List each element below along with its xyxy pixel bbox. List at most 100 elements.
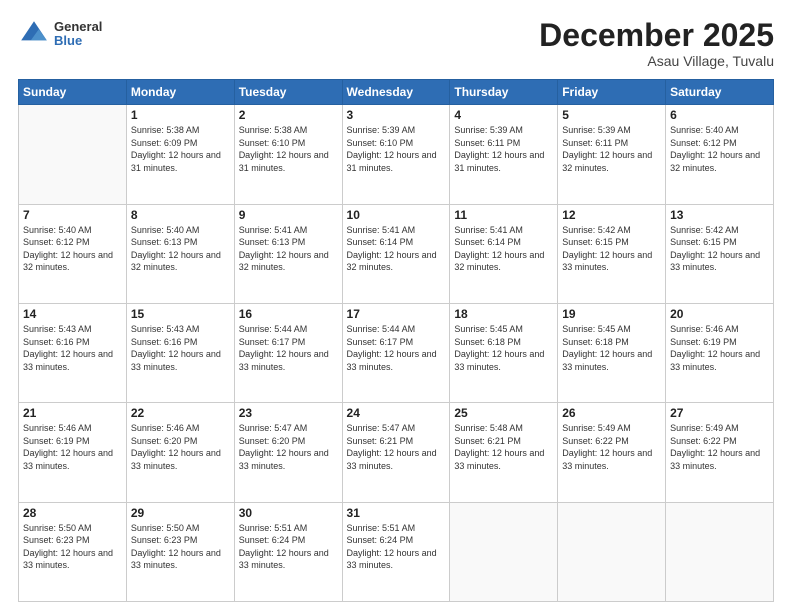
day-number: 15 — [131, 307, 230, 321]
calendar-cell: 25Sunrise: 5:48 AMSunset: 6:21 PMDayligh… — [450, 403, 558, 502]
calendar-header-row: SundayMondayTuesdayWednesdayThursdayFrid… — [19, 80, 774, 105]
calendar-cell: 12 Sunrise: 5:42 AMSunset: 6:15 PMDayligh… — [558, 204, 666, 303]
calendar-cell: 1Sunrise: 5:38 AMSunset: 6:09 PMDaylight… — [126, 105, 234, 204]
day-number: 21 — [23, 406, 122, 420]
logo-text: General Blue — [54, 20, 102, 49]
cell-details: Sunrise: 5:43 AMSunset: 6:16 PMDaylight:… — [23, 323, 122, 373]
cell-details: Sunrise: 5:38 AMSunset: 6:10 PMDaylight:… — [239, 124, 338, 174]
cell-details: Sunrise: 5:45 AMSunset: 6:18 PMDaylight:… — [454, 323, 553, 373]
day-number: 23 — [239, 406, 338, 420]
calendar-week-row: 1Sunrise: 5:38 AMSunset: 6:09 PMDaylight… — [19, 105, 774, 204]
day-number: 4 — [454, 108, 553, 122]
calendar-cell: 16 Sunrise: 5:44 AMSunset: 6:17 PMDayligh… — [234, 303, 342, 402]
cell-details: Sunrise: 5:45 AMSunset: 6:18 PMDaylight:… — [562, 323, 661, 373]
weekday-header: Friday — [558, 80, 666, 105]
day-number: 3 — [347, 108, 446, 122]
cell-details: Sunrise: 5:39 AMSunset: 6:11 PMDaylight:… — [562, 124, 661, 174]
cell-details: Sunrise: 5:48 AMSunset: 6:21 PMDaylight:… — [454, 422, 553, 472]
day-number: 27 — [670, 406, 769, 420]
calendar-cell: 18 Sunrise: 5:45 AMSunset: 6:18 PMDayligh… — [450, 303, 558, 402]
cell-details: Sunrise: 5:47 AMSunset: 6:20 PMDaylight:… — [239, 422, 338, 472]
cell-details: Sunrise: 5:51 AMSunset: 6:24 PMDaylight:… — [347, 522, 446, 572]
weekday-header: Tuesday — [234, 80, 342, 105]
day-number: 10 — [347, 208, 446, 222]
cell-details: Sunrise: 5:47 AMSunset: 6:21 PMDaylight:… — [347, 422, 446, 472]
day-number: 28 — [23, 506, 122, 520]
month-title: December 2025 — [539, 18, 774, 53]
weekday-header: Wednesday — [342, 80, 450, 105]
calendar-cell: 26Sunrise: 5:49 AMSunset: 6:22 PMDayligh… — [558, 403, 666, 502]
cell-details: Sunrise: 5:46 AMSunset: 6:19 PMDaylight:… — [670, 323, 769, 373]
calendar-week-row: 14 Sunrise: 5:43 AMSunset: 6:16 PMDayligh… — [19, 303, 774, 402]
day-number: 6 — [670, 108, 769, 122]
calendar-cell — [666, 502, 774, 601]
day-number: 5 — [562, 108, 661, 122]
cell-details: Sunrise: 5:39 AMSunset: 6:11 PMDaylight:… — [454, 124, 553, 174]
cell-details: Sunrise: 5:46 AMSunset: 6:20 PMDaylight:… — [131, 422, 230, 472]
weekday-header: Sunday — [19, 80, 127, 105]
cell-details: Sunrise: 5:41 AMSunset: 6:14 PMDaylight:… — [347, 224, 446, 274]
calendar-cell: 5 Sunrise: 5:39 AMSunset: 6:11 PMDaylight… — [558, 105, 666, 204]
logo-icon — [18, 18, 50, 50]
cell-details: Sunrise: 5:51 AMSunset: 6:24 PMDaylight:… — [239, 522, 338, 572]
calendar-cell: 28 Sunrise: 5:50 AMSunset: 6:23 PMDayligh… — [19, 502, 127, 601]
cell-details: Sunrise: 5:43 AMSunset: 6:16 PMDaylight:… — [131, 323, 230, 373]
logo-general: General — [54, 20, 102, 34]
cell-details: Sunrise: 5:40 AMSunset: 6:13 PMDaylight:… — [131, 224, 230, 274]
cell-details: Sunrise: 5:42 AMSunset: 6:15 PMDaylight:… — [670, 224, 769, 274]
calendar-cell: 4 Sunrise: 5:39 AMSunset: 6:11 PMDaylight… — [450, 105, 558, 204]
calendar-cell: 31 Sunrise: 5:51 AMSunset: 6:24 PMDayligh… — [342, 502, 450, 601]
cell-details: Sunrise: 5:40 AMSunset: 6:12 PMDaylight:… — [670, 124, 769, 174]
calendar-cell: 6 Sunrise: 5:40 AMSunset: 6:12 PMDaylight… — [666, 105, 774, 204]
day-number: 19 — [562, 307, 661, 321]
cell-details: Sunrise: 5:40 AMSunset: 6:12 PMDaylight:… — [23, 224, 122, 274]
day-number: 29 — [131, 506, 230, 520]
calendar-table: SundayMondayTuesdayWednesdayThursdayFrid… — [18, 79, 774, 602]
cell-details: Sunrise: 5:39 AMSunset: 6:10 PMDaylight:… — [347, 124, 446, 174]
cell-details: Sunrise: 5:42 AMSunset: 6:15 PMDaylight:… — [562, 224, 661, 274]
day-number: 12 — [562, 208, 661, 222]
day-number: 2 — [239, 108, 338, 122]
calendar-cell: 10 Sunrise: 5:41 AMSunset: 6:14 PMDayligh… — [342, 204, 450, 303]
page: General Blue December 2025 Asau Village,… — [0, 0, 792, 612]
calendar-cell: 7Sunrise: 5:40 AMSunset: 6:12 PMDaylight… — [19, 204, 127, 303]
cell-details: Sunrise: 5:50 AMSunset: 6:23 PMDaylight:… — [23, 522, 122, 572]
calendar-cell: 14 Sunrise: 5:43 AMSunset: 6:16 PMDayligh… — [19, 303, 127, 402]
cell-details: Sunrise: 5:46 AMSunset: 6:19 PMDaylight:… — [23, 422, 122, 472]
cell-details: Sunrise: 5:50 AMSunset: 6:23 PMDaylight:… — [131, 522, 230, 572]
weekday-header: Saturday — [666, 80, 774, 105]
day-number: 24 — [347, 406, 446, 420]
calendar-cell: 15 Sunrise: 5:43 AMSunset: 6:16 PMDayligh… — [126, 303, 234, 402]
day-number: 18 — [454, 307, 553, 321]
day-number: 17 — [347, 307, 446, 321]
calendar-cell: 24 Sunrise: 5:47 AMSunset: 6:21 PMDayligh… — [342, 403, 450, 502]
cell-details: Sunrise: 5:41 AMSunset: 6:14 PMDaylight:… — [454, 224, 553, 274]
weekday-header: Monday — [126, 80, 234, 105]
day-number: 14 — [23, 307, 122, 321]
weekday-header: Thursday — [450, 80, 558, 105]
day-number: 20 — [670, 307, 769, 321]
calendar-cell: 3 Sunrise: 5:39 AMSunset: 6:10 PMDaylight… — [342, 105, 450, 204]
calendar-week-row: 21 Sunrise: 5:46 AMSunset: 6:19 PMDayligh… — [19, 403, 774, 502]
calendar-cell — [19, 105, 127, 204]
day-number: 16 — [239, 307, 338, 321]
day-number: 13 — [670, 208, 769, 222]
calendar-cell: 22Sunrise: 5:46 AMSunset: 6:20 PMDayligh… — [126, 403, 234, 502]
day-number: 26 — [562, 406, 661, 420]
day-number: 30 — [239, 506, 338, 520]
cell-details: Sunrise: 5:49 AMSunset: 6:22 PMDaylight:… — [670, 422, 769, 472]
cell-details: Sunrise: 5:44 AMSunset: 6:17 PMDaylight:… — [239, 323, 338, 373]
calendar-week-row: 28 Sunrise: 5:50 AMSunset: 6:23 PMDayligh… — [19, 502, 774, 601]
day-number: 11 — [454, 208, 553, 222]
cell-details: Sunrise: 5:44 AMSunset: 6:17 PMDaylight:… — [347, 323, 446, 373]
header: General Blue December 2025 Asau Village,… — [18, 18, 774, 69]
calendar-cell: 11 Sunrise: 5:41 AMSunset: 6:14 PMDayligh… — [450, 204, 558, 303]
day-number: 31 — [347, 506, 446, 520]
calendar-cell: 2 Sunrise: 5:38 AMSunset: 6:10 PMDaylight… — [234, 105, 342, 204]
title-block: December 2025 Asau Village, Tuvalu — [539, 18, 774, 69]
logo: General Blue — [18, 18, 102, 50]
day-number: 9 — [239, 208, 338, 222]
location: Asau Village, Tuvalu — [539, 53, 774, 69]
calendar-cell: 23 Sunrise: 5:47 AMSunset: 6:20 PMDayligh… — [234, 403, 342, 502]
logo-blue: Blue — [54, 34, 102, 48]
